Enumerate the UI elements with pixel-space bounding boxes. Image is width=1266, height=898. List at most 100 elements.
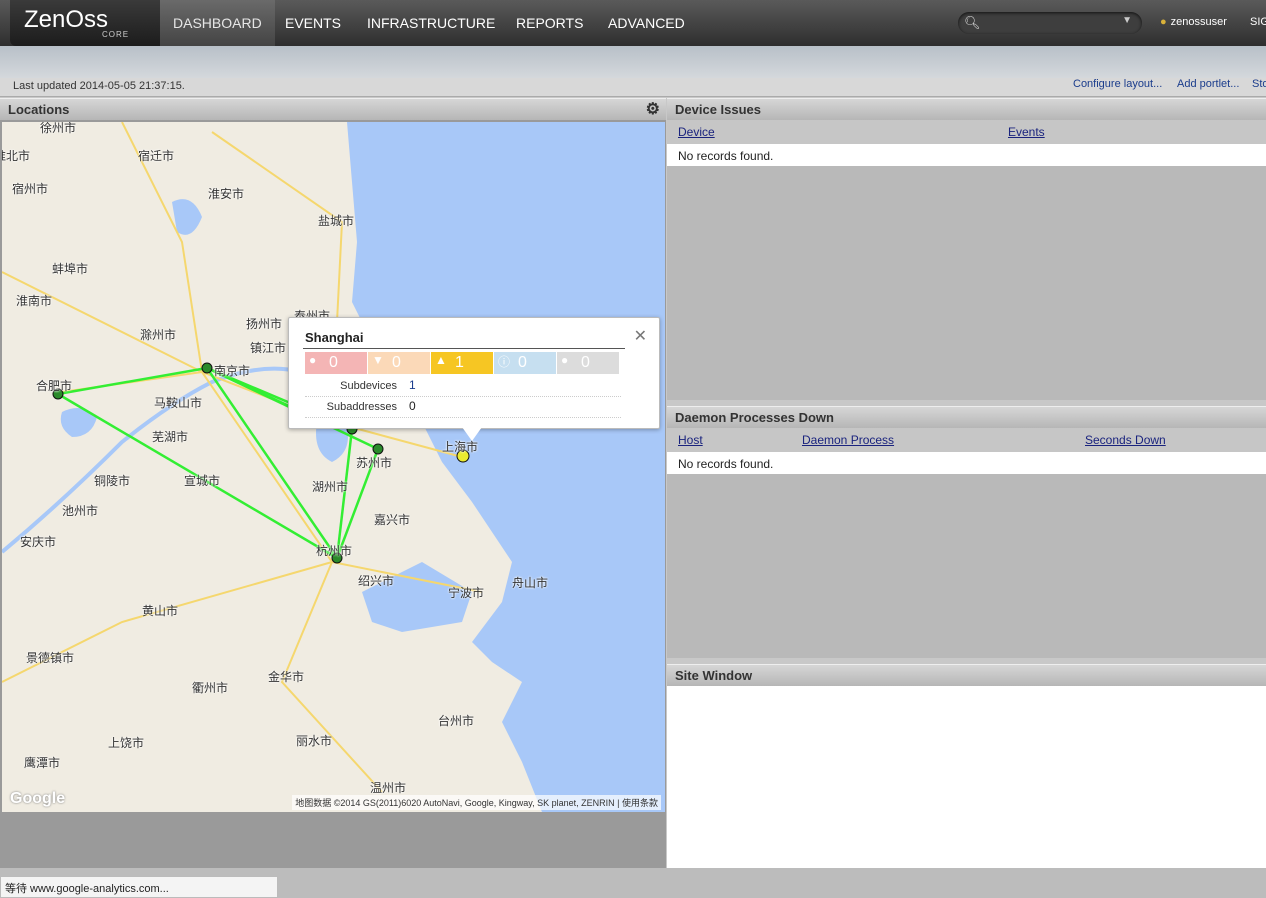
last-updated-text: Last updated 2014-05-05 21:37:15. <box>13 80 185 92</box>
signout-link[interactable]: SIG <box>1250 16 1266 28</box>
popup-divider <box>303 348 625 349</box>
subdevices-row: Subdevices 1 <box>305 376 621 397</box>
site-window-portlet: Site Window <box>667 664 1266 868</box>
city-label: 台州市 <box>438 714 475 728</box>
popup-pointer <box>462 427 482 441</box>
locations-header: Locations ⚙ <box>0 98 666 120</box>
city-label: 湖州市 <box>312 480 349 494</box>
city-label: 淮北市 <box>2 149 31 163</box>
daemon-processes-portlet: Daemon Processes Down Host Daemon Proces… <box>667 406 1266 658</box>
city-label: 盐城市 <box>318 214 355 228</box>
nav-events[interactable]: EVENTS <box>272 0 354 46</box>
google-map[interactable]: 徐州市 淮北市 宿迁市 宿州市 淮安市 盐城市 蚌埠市 淮南市 滁州市 扬州市 … <box>2 122 665 812</box>
browser-status-bar: 等待 www.google-analytics.com... <box>0 876 278 898</box>
column-events[interactable]: Events <box>1008 125 1045 139</box>
daemon-empty-row: No records found. <box>667 452 1266 474</box>
city-label: 黄山市 <box>142 604 179 618</box>
city-label: 苏州市 <box>356 456 393 470</box>
city-label: 淮安市 <box>208 187 245 201</box>
search-input[interactable]: 🔍︎ ▼ <box>958 12 1142 34</box>
severity-warning[interactable]: ▲ 1 <box>431 352 493 374</box>
city-label: 芜湖市 <box>152 430 189 444</box>
city-label: 金华市 <box>268 670 305 684</box>
subdevices-value[interactable]: 1 <box>409 378 416 392</box>
city-label: 扬州市 <box>246 317 283 331</box>
city-label: 温州市 <box>370 781 407 795</box>
map-attribution: 地图数据 ©2014 GS(2011)6020 AutoNavi, Google… <box>292 795 661 810</box>
user-menu[interactable]: ● zenossuser <box>1160 16 1227 28</box>
subaddresses-label: Subaddresses <box>326 401 397 413</box>
city-label: 淮南市 <box>16 294 53 308</box>
attribution-text: 地图数据 ©2014 GS(2011)6020 AutoNavi, Google… <box>295 798 615 808</box>
logo-sub: CORE <box>102 30 130 39</box>
error-icon: ▼ <box>372 353 384 367</box>
chevron-down-icon[interactable]: ▼ <box>1122 15 1132 26</box>
terms-link[interactable]: 使用条款 <box>622 798 658 808</box>
column-host[interactable]: Host <box>678 433 703 447</box>
city-label: 嘉兴市 <box>374 513 411 527</box>
location-info-popup: Shanghai ✕ ● 0 ▼ 0 ▲ 1 ⓘ 0 ● 0 Subdevices 1 S… <box>288 317 660 429</box>
city-label: 滁州市 <box>140 328 177 342</box>
sea-area <box>347 122 665 812</box>
severity-critical[interactable]: ● 0 <box>305 352 367 374</box>
device-issues-columns: Device Events <box>667 120 1266 144</box>
nav-reports[interactable]: REPORTS <box>503 0 596 46</box>
site-window-title: Site Window <box>675 668 753 683</box>
close-icon[interactable]: ✕ <box>634 326 647 346</box>
city-label: 宁波市 <box>448 586 485 600</box>
city-label: 合肥市 <box>36 379 73 393</box>
google-logo: Google <box>10 790 66 807</box>
city-label: 景德镇市 <box>26 651 75 665</box>
marker-suzhou[interactable] <box>372 443 384 455</box>
locations-portlet: Locations ⚙ 徐州市 北市 宿迁市 宿州市 淮安市 盐城市 蚌埠市 淮… <box>0 98 666 868</box>
city-label: 衢州市 <box>192 681 229 695</box>
city-label: 宣城市 <box>184 474 221 488</box>
critical-icon: ● <box>309 353 317 367</box>
info-icon: ⓘ <box>498 355 511 369</box>
city-label: 上饶市 <box>108 736 145 750</box>
city-label: 宿州市 <box>12 182 49 196</box>
locations-title: Locations <box>8 102 70 117</box>
column-daemon-process[interactable]: Daemon Process <box>802 433 894 447</box>
nav-infrastructure[interactable]: INFRASTRUCTURE <box>354 0 508 46</box>
configure-layout-link[interactable]: Configure layout... <box>1073 78 1162 90</box>
column-seconds-down[interactable]: Seconds Down <box>1085 433 1166 447</box>
city-label: 镇江市 <box>250 341 287 355</box>
zenoss-logo[interactable]: ZenOss CORE <box>10 0 160 46</box>
city-label: 丽水市 <box>296 734 333 748</box>
search-icon: 🔍︎ <box>964 15 981 30</box>
city-label: 绍兴市 <box>358 574 395 588</box>
nav-advanced[interactable]: ADVANCED <box>595 0 698 46</box>
daemon-processes-title: Daemon Processes Down <box>675 410 834 425</box>
sub-toolbar <box>0 46 1266 78</box>
device-issues-title: Device Issues <box>675 102 762 117</box>
severity-debug[interactable]: ● 0 <box>557 352 619 374</box>
popup-title: Shanghai <box>305 330 364 345</box>
column-device[interactable]: Device <box>678 125 715 139</box>
city-label: 徐州市 <box>40 122 77 135</box>
site-window-header: Site Window <box>667 664 1266 686</box>
stop-refresh-link[interactable]: Sto <box>1252 78 1266 90</box>
city-label: 安庆市 <box>20 535 57 549</box>
city-label: 铜陵市 <box>94 474 131 488</box>
gear-icon[interactable]: ⚙ <box>646 99 660 121</box>
city-label: 杭州市 <box>316 544 353 558</box>
subaddresses-row: Subaddresses 0 <box>305 397 621 418</box>
daemon-columns: Host Daemon Process Seconds Down <box>667 428 1266 452</box>
device-issues-portlet: Device Issues Device Events No records f… <box>667 98 1266 400</box>
severity-error[interactable]: ▼ 0 <box>368 352 430 374</box>
severity-info[interactable]: ⓘ 0 <box>494 352 556 374</box>
top-navigation-bar: ZenOss CORE DASHBOARD EVENTS INFRASTRUCT… <box>0 0 1266 46</box>
logo-word: ZenOss <box>24 6 109 33</box>
warning-icon: ▲ <box>435 353 447 367</box>
nav-dashboard[interactable]: DASHBOARD <box>160 0 275 46</box>
device-issues-header: Device Issues <box>667 98 1266 120</box>
city-label: 宿迁市 <box>138 149 175 163</box>
city-label: 蚌埠市 <box>52 262 89 276</box>
city-label: 鹰潭市 <box>24 756 61 770</box>
city-label: 池州市 <box>62 504 99 518</box>
daemon-processes-header: Daemon Processes Down <box>667 406 1266 428</box>
add-portlet-link[interactable]: Add portlet... <box>1177 78 1239 90</box>
marker-nanjing[interactable] <box>201 362 213 374</box>
device-issues-empty-row: No records found. <box>667 144 1266 166</box>
